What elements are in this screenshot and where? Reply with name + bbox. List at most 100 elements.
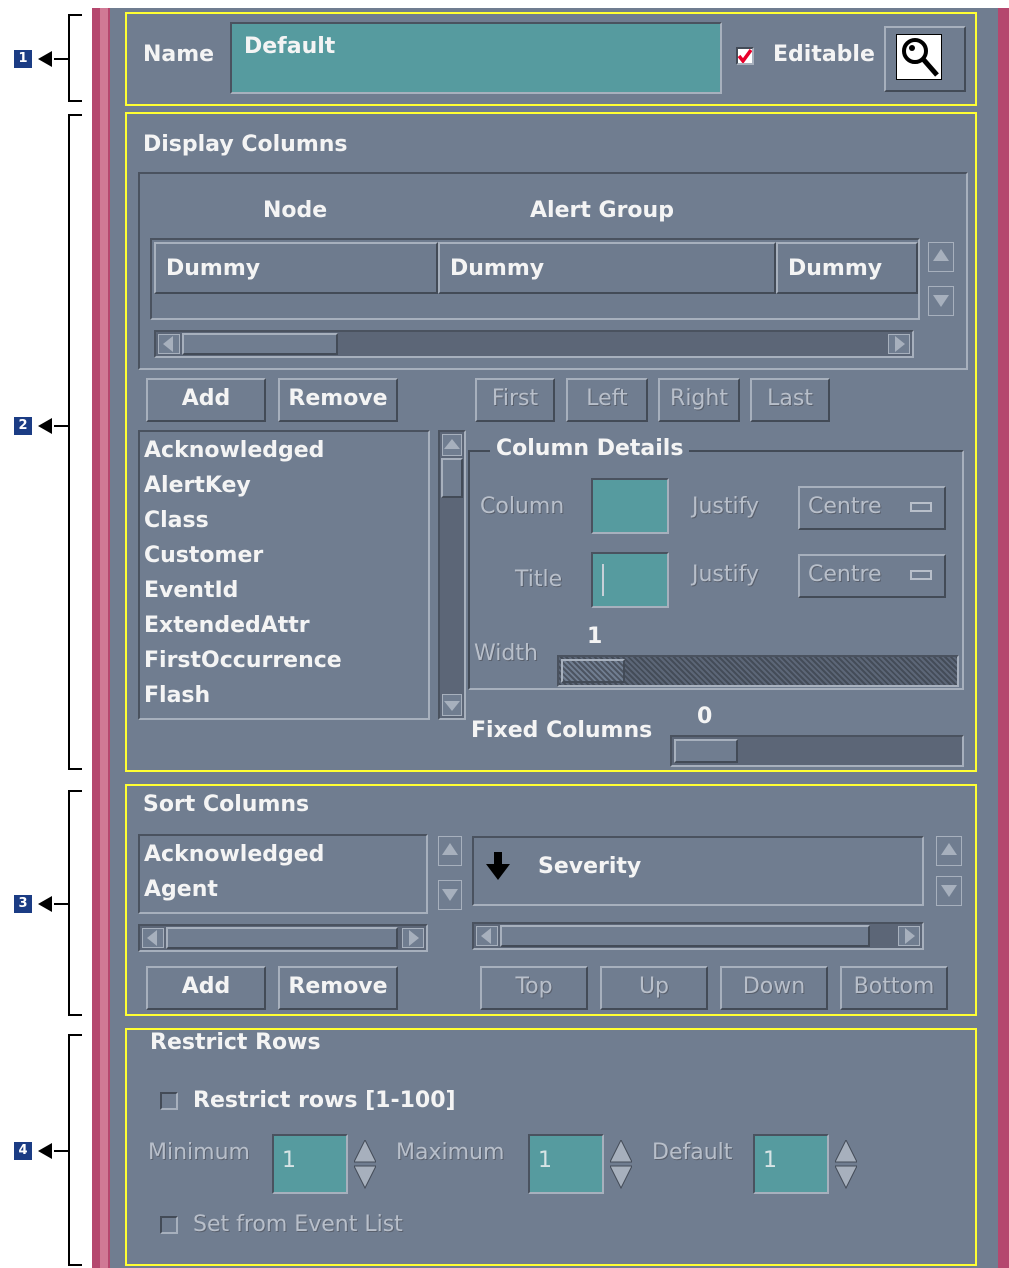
- list-item[interactable]: EventId: [144, 578, 238, 603]
- name-input[interactable]: Default: [230, 22, 722, 94]
- top-button[interactable]: Top: [480, 966, 588, 1010]
- callout-number: 4: [14, 1142, 32, 1160]
- preview-cell[interactable]: Dummy: [438, 242, 776, 294]
- list-item[interactable]: Acknowledged: [144, 438, 324, 463]
- name-value: Default: [244, 34, 336, 59]
- preview-cell[interactable]: Dummy: [154, 242, 438, 294]
- maximum-value: 1: [538, 1148, 552, 1173]
- scroll-down-arrow[interactable]: [438, 880, 462, 910]
- checkmark-icon: [738, 49, 752, 63]
- list-item[interactable]: AlertKey: [144, 473, 251, 498]
- slider-thumb[interactable]: [561, 659, 625, 683]
- list-item[interactable]: Class: [144, 508, 209, 533]
- callout-number: 2: [14, 417, 32, 435]
- sort-columns-title: Sort Columns: [143, 792, 310, 817]
- column-label: Column: [480, 494, 565, 519]
- spinner-arrows-icon: [609, 1138, 633, 1190]
- remove-column-button[interactable]: Remove: [278, 378, 398, 422]
- maximum-spinner[interactable]: [609, 1138, 633, 1194]
- sorted-item[interactable]: Severity: [538, 854, 641, 879]
- minimum-spinner[interactable]: [353, 1138, 377, 1194]
- slider-thumb[interactable]: [674, 739, 738, 763]
- scroll-thumb[interactable]: [500, 925, 870, 947]
- name-label: Name: [143, 42, 215, 67]
- scroll-right-arrow[interactable]: [898, 926, 920, 946]
- bracket-tip: [54, 903, 70, 905]
- list-item[interactable]: Agent: [144, 877, 218, 902]
- scroll-thumb[interactable]: [182, 333, 338, 355]
- maximum-input[interactable]: 1: [528, 1134, 604, 1194]
- cell-text: Dummy: [166, 256, 261, 281]
- magnifier-icon: [896, 34, 942, 80]
- scroll-up-arrow[interactable]: [442, 434, 462, 456]
- preview-cell[interactable]: Dummy: [776, 242, 918, 294]
- fields-list-scrollbar[interactable]: [438, 430, 466, 720]
- search-button[interactable]: [884, 26, 966, 92]
- list-item[interactable]: Acknowledged: [144, 842, 324, 867]
- bottom-button[interactable]: Bottom: [840, 966, 948, 1010]
- scroll-left-arrow[interactable]: [476, 926, 498, 946]
- scroll-down-arrow[interactable]: [936, 876, 962, 906]
- sorted-list-hscrollbar[interactable]: [472, 922, 924, 950]
- add-sort-button[interactable]: Add: [146, 966, 266, 1010]
- fixed-columns-slider[interactable]: [670, 735, 964, 767]
- down-button[interactable]: Down: [720, 966, 828, 1010]
- first-button[interactable]: First: [475, 378, 555, 422]
- column-header-node: Node: [263, 198, 328, 223]
- up-button[interactable]: Up: [600, 966, 708, 1010]
- callout-number: 3: [14, 895, 32, 913]
- callout-number: 1: [14, 50, 32, 68]
- right-button[interactable]: Right: [658, 378, 740, 422]
- editable-checkbox[interactable]: [736, 47, 754, 65]
- width-slider[interactable]: [557, 655, 959, 687]
- width-value: 1: [587, 624, 603, 649]
- window-frame-right: [998, 8, 1009, 1268]
- justify-dropdown[interactable]: Centre: [798, 554, 946, 598]
- default-spinner[interactable]: [834, 1138, 858, 1194]
- restrict-rows-title: Restrict Rows: [150, 1030, 321, 1055]
- default-label: Default: [652, 1140, 733, 1165]
- minimum-input[interactable]: 1: [272, 1134, 348, 1194]
- sorted-columns-list[interactable]: Severity: [472, 836, 924, 906]
- scroll-right-arrow[interactable]: [888, 334, 910, 354]
- sort-fields-list[interactable]: Acknowledged Agent: [138, 834, 428, 914]
- default-input[interactable]: 1: [753, 1134, 829, 1194]
- list-item[interactable]: Customer: [144, 543, 263, 568]
- list-item[interactable]: Flash: [144, 683, 210, 708]
- list-item[interactable]: ExtendedAttr: [144, 613, 310, 638]
- available-fields-list[interactable]: Acknowledged AlertKey Class Customer Eve…: [138, 430, 430, 720]
- scroll-up-arrow[interactable]: [936, 836, 962, 866]
- arrow-left-icon: [38, 418, 52, 434]
- left-button[interactable]: Left: [566, 378, 648, 422]
- bracket: [68, 1034, 82, 1266]
- scroll-thumb[interactable]: [441, 458, 463, 498]
- scroll-up-arrow[interactable]: [928, 242, 954, 272]
- justify-dropdown[interactable]: Centre: [798, 486, 946, 530]
- scroll-down-arrow[interactable]: [928, 286, 954, 316]
- arrow-down-icon: [486, 852, 510, 884]
- remove-sort-button[interactable]: Remove: [278, 966, 398, 1010]
- justify-value: Centre: [808, 494, 882, 519]
- fixed-columns-label: Fixed Columns: [471, 718, 653, 743]
- scroll-right-arrow[interactable]: [402, 928, 424, 948]
- scroll-up-arrow[interactable]: [438, 836, 462, 866]
- scroll-down-arrow[interactable]: [442, 694, 462, 716]
- last-button[interactable]: Last: [750, 378, 830, 422]
- add-column-button[interactable]: Add: [146, 378, 266, 422]
- restrict-rows-checkbox[interactable]: [160, 1092, 178, 1110]
- preview-horizontal-scrollbar[interactable]: [154, 330, 914, 358]
- title-field[interactable]: [591, 552, 669, 608]
- bracket-tip: [54, 425, 70, 427]
- option-menu-icon: [910, 502, 932, 512]
- scroll-thumb[interactable]: [166, 927, 398, 949]
- column-field[interactable]: [591, 478, 669, 534]
- text-cursor-icon: [602, 564, 604, 596]
- set-from-event-list-checkbox[interactable]: [160, 1216, 178, 1234]
- scroll-left-arrow[interactable]: [158, 334, 180, 354]
- fixed-columns-value: 0: [697, 704, 713, 729]
- bracket: [68, 790, 82, 1016]
- list-item[interactable]: FirstOccurrence: [144, 648, 342, 673]
- sort-fields-hscrollbar[interactable]: [138, 924, 428, 952]
- justify-value: Centre: [808, 562, 882, 587]
- scroll-left-arrow[interactable]: [142, 928, 164, 948]
